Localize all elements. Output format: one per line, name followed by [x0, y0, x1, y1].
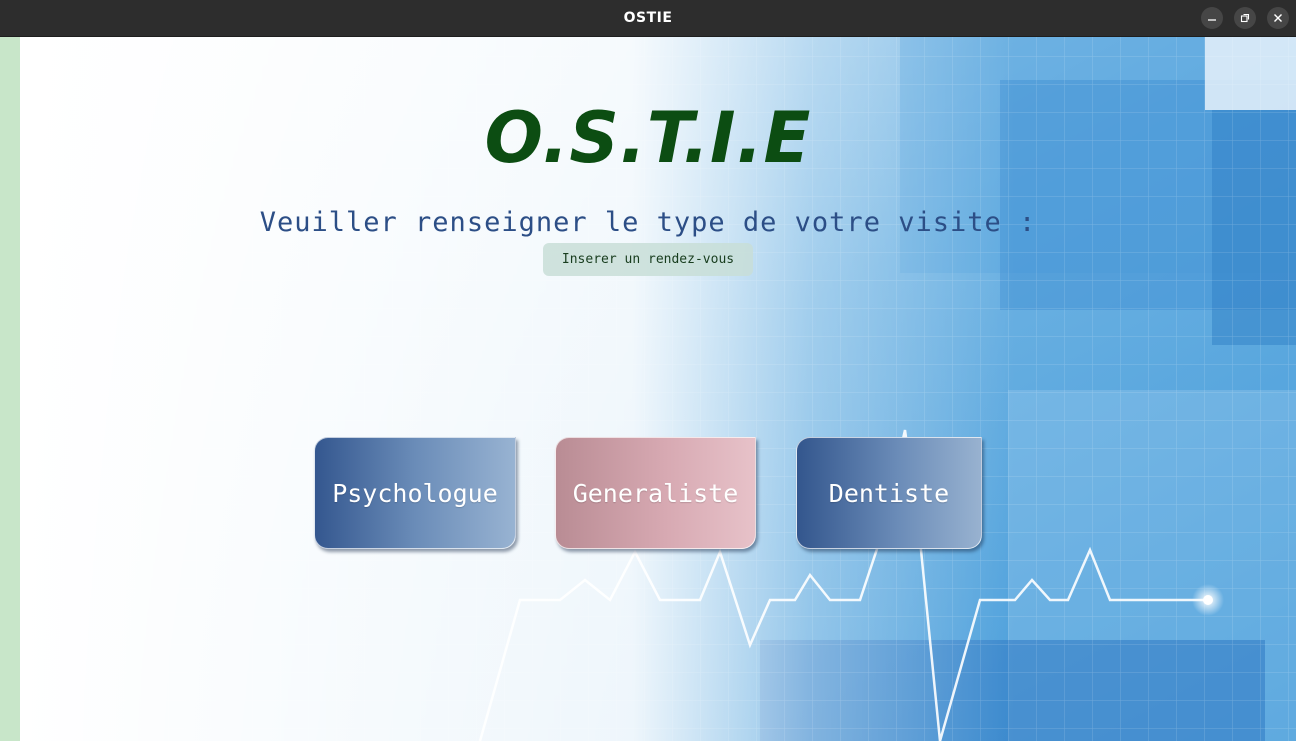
restore-icon — [1240, 13, 1250, 23]
psychologue-button[interactable]: Psychologue — [314, 437, 516, 549]
window-title: OSTIE — [623, 10, 673, 26]
app-title: O.S.T.I.E — [484, 97, 812, 179]
minimize-icon — [1208, 19, 1216, 21]
title-bar: OSTIE — [0, 0, 1296, 37]
minimize-button[interactable] — [1201, 7, 1223, 29]
close-icon — [1274, 14, 1282, 22]
window-controls — [1201, 7, 1289, 29]
visit-type-prompt: Veuiller renseigner le type de votre vis… — [259, 207, 1037, 238]
restore-button[interactable] — [1234, 7, 1256, 29]
dentiste-button[interactable]: Dentiste — [796, 437, 982, 549]
main-content: O.S.T.I.E Veuiller renseigner le type de… — [0, 37, 1296, 741]
generaliste-button[interactable]: Generaliste — [555, 437, 756, 549]
close-button[interactable] — [1267, 7, 1289, 29]
insert-appointment-button[interactable]: Inserer un rendez-vous — [543, 243, 753, 276]
app-window: OSTIE O.S.T.I.E Veuiller renseigner le t… — [0, 0, 1296, 741]
